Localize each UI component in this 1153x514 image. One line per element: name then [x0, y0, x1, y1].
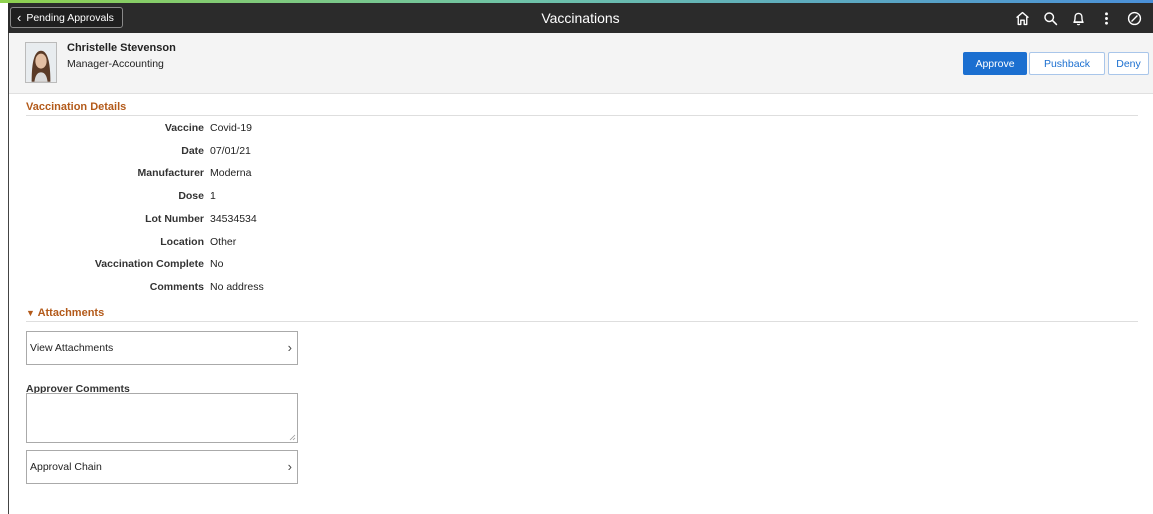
attachments-heading: Attachments — [37, 307, 105, 319]
detail-value: 34534534 — [210, 213, 257, 225]
detail-label: Comments — [149, 281, 204, 293]
view-attachments-link[interactable]: View Attachments › — [26, 331, 298, 365]
header-actions — [1007, 3, 1147, 33]
detail-value: Moderna — [210, 167, 252, 179]
detail-label: Vaccination Complete — [94, 258, 204, 270]
section-divider — [26, 321, 1138, 322]
chevron-right-icon: › — [287, 459, 292, 474]
attachments-toggle[interactable]: ▼ Attachments — [26, 307, 104, 319]
view-attachments-label: View Attachments — [30, 342, 114, 354]
detail-value: No address — [210, 281, 264, 293]
detail-label: Location — [160, 236, 204, 248]
detail-value: Other — [210, 236, 237, 248]
user-banner: Christelle Stevenson Manager-Accounting … — [9, 33, 1153, 94]
detail-row: Location Other — [0, 236, 1153, 250]
detail-label: Lot Number — [145, 213, 204, 225]
detail-row: Lot Number 34534534 — [0, 213, 1153, 227]
vaccination-details-heading: Vaccination Details — [26, 101, 127, 113]
detail-value: Covid-19 — [210, 122, 253, 134]
detail-row: Dose 1 — [0, 190, 1153, 204]
left-border — [8, 33, 9, 514]
home-icon[interactable] — [1009, 3, 1035, 33]
pushback-button[interactable]: Pushback — [1029, 52, 1105, 75]
pending-approvals-back-button[interactable]: ‹ Pending Approvals — [10, 7, 123, 28]
detail-value: 07/01/21 — [210, 145, 251, 157]
detail-label: Dose — [178, 190, 204, 202]
detail-label: Vaccine — [164, 122, 204, 134]
detail-label: Date — [181, 145, 204, 157]
approver-comments-field[interactable] — [26, 393, 298, 443]
more-options-icon[interactable] — [1093, 3, 1119, 33]
caret-down-icon: ▼ — [26, 308, 35, 318]
detail-label: Manufacturer — [137, 167, 204, 179]
detail-value: 1 — [210, 190, 216, 202]
detail-row: Vaccine Covid-19 — [0, 122, 1153, 136]
notification-icon[interactable] — [1065, 3, 1091, 33]
detail-value: No — [210, 258, 224, 270]
approve-button[interactable]: Approve — [963, 52, 1027, 75]
detail-row: Comments No address — [0, 281, 1153, 295]
user-name: Christelle Stevenson — [67, 42, 176, 54]
page-title: Vaccinations — [541, 10, 620, 26]
detail-row: Vaccination Complete No — [0, 258, 1153, 272]
deny-button[interactable]: Deny — [1108, 52, 1149, 75]
nav-compass-icon[interactable] — [1121, 3, 1147, 33]
detail-row: Date 07/01/21 — [0, 145, 1153, 159]
section-divider — [26, 115, 1138, 116]
detail-row: Manufacturer Moderna — [0, 167, 1153, 181]
chevron-right-icon: › — [287, 340, 292, 355]
user-title: Manager-Accounting — [67, 58, 164, 70]
back-button-label: Pending Approvals — [26, 11, 114, 24]
avatar — [25, 42, 57, 83]
app-header: ‹ Pending Approvals Vaccinations — [0, 3, 1153, 33]
approval-chain-label: Approval Chain — [30, 461, 102, 473]
approval-chain-link[interactable]: Approval Chain › — [26, 450, 298, 484]
search-icon[interactable] — [1037, 3, 1063, 33]
chevron-left-icon: ‹ — [17, 10, 22, 25]
